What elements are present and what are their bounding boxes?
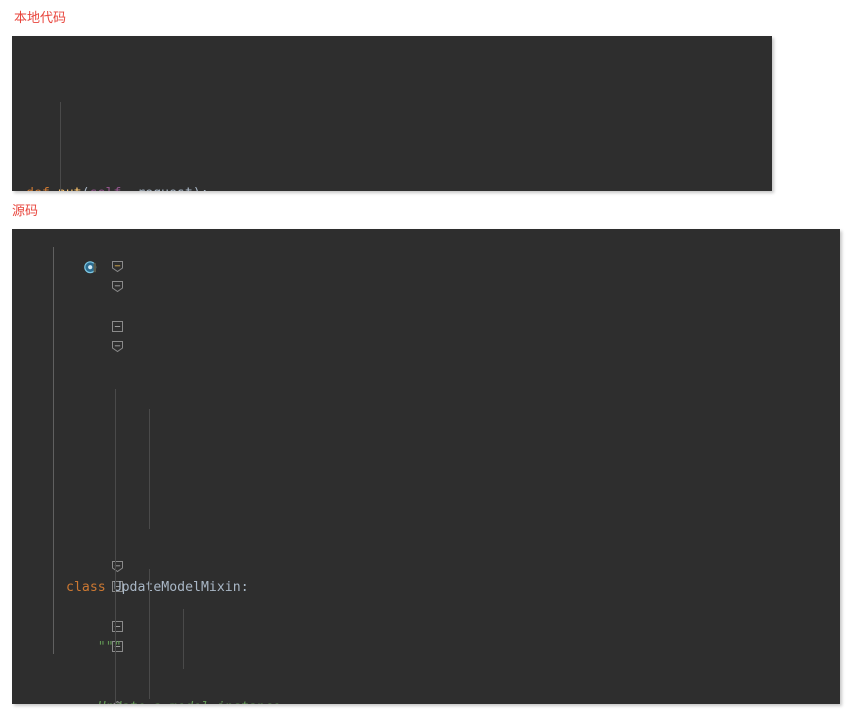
- collapse-icon[interactable]: [47, 600, 123, 632]
- local-code-label: 本地代码: [14, 11, 67, 26]
- collapse-icon[interactable]: [47, 240, 123, 273]
- local-code-block[interactable]: def put(self, request): obj = self.get_o…: [12, 36, 772, 191]
- collapse-icon[interactable]: [47, 260, 123, 293]
- collapse-icon[interactable]: [47, 540, 123, 573]
- editor-gutter[interactable]: [12, 229, 123, 704]
- collapse-icon[interactable]: [47, 300, 123, 332]
- code-line: Update a model instance.: [66, 698, 840, 704]
- code-line: class UpdateModelMixin:: [66, 580, 249, 595]
- collapse-icon[interactable]: [47, 320, 123, 353]
- breakpoint-marker-icon[interactable]: [20, 241, 96, 274]
- collapse-icon[interactable]: [47, 620, 123, 652]
- collapse-icon[interactable]: [47, 680, 122, 704]
- source-code-text: class UpdateModelMixin: """ Update a mod…: [62, 369, 840, 704]
- source-code-label: 源码: [12, 204, 39, 219]
- source-code-block[interactable]: class UpdateModelMixin: """ Update a mod…: [12, 229, 840, 704]
- screenshot-root: 本地代码 def put(self, request): obj = self.…: [0, 0, 860, 717]
- code-line: def put(self, request):: [26, 184, 772, 191]
- collapse-icon[interactable]: [47, 560, 123, 592]
